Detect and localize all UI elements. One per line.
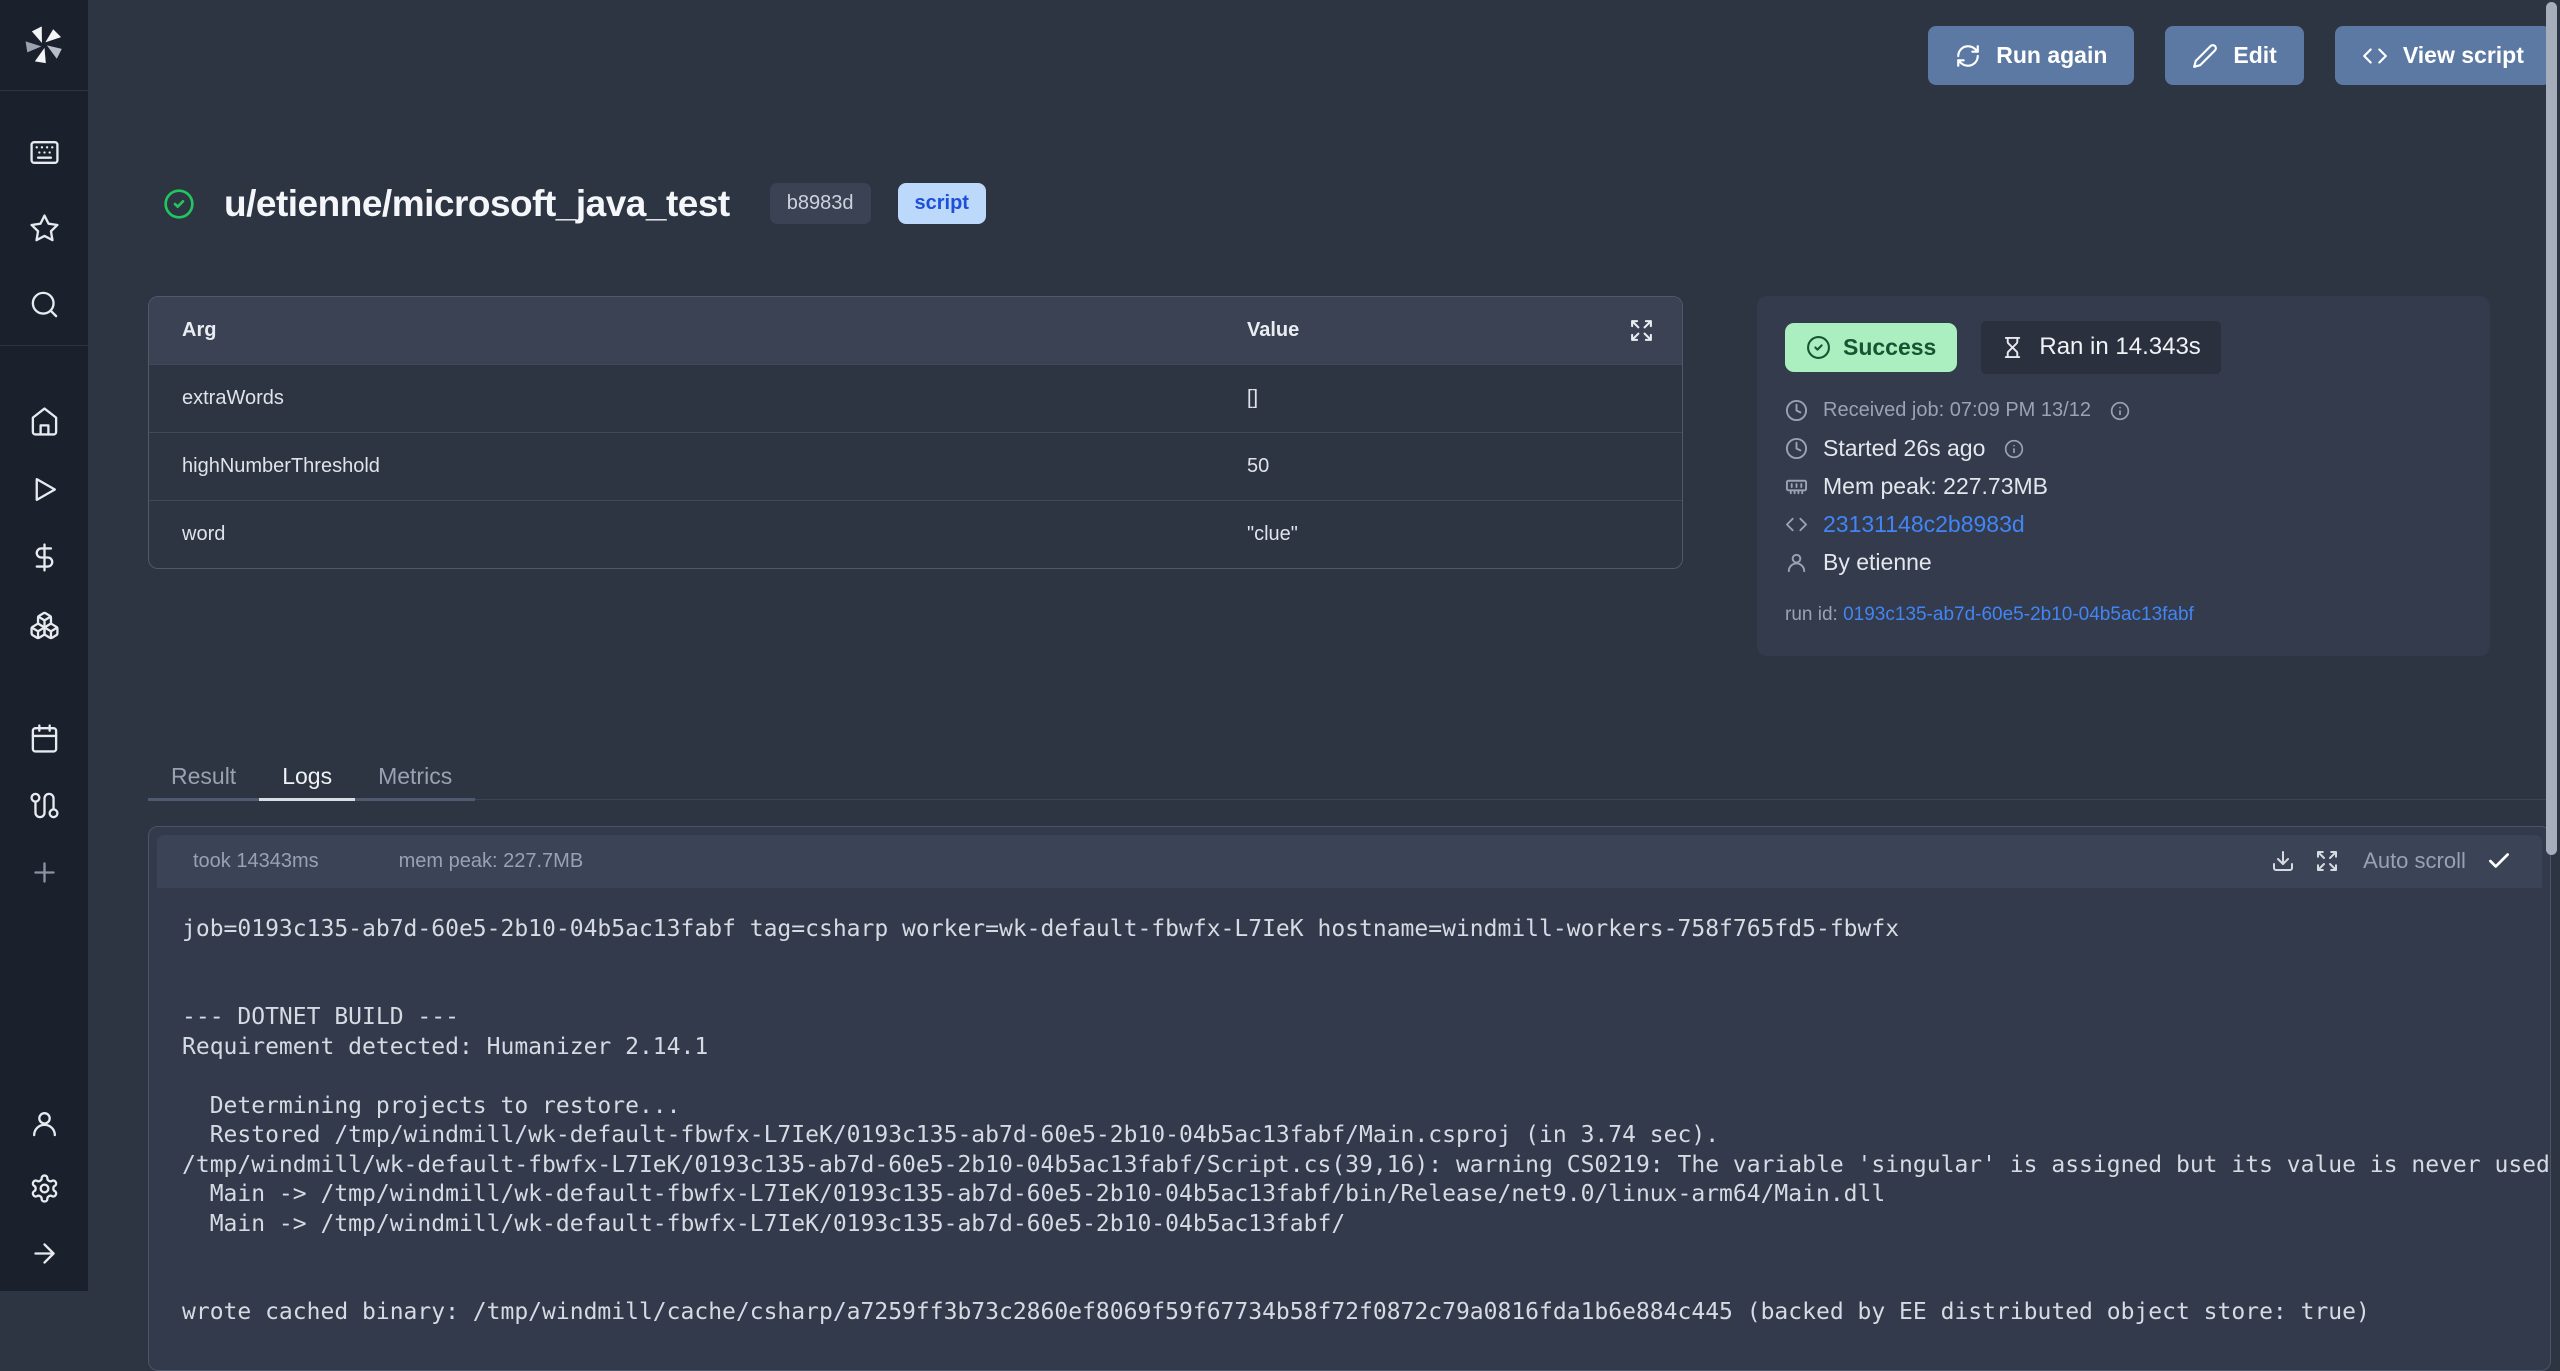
author-label: By etienne <box>1823 549 1932 576</box>
duration-label: Ran in 14.343s <box>2039 333 2200 361</box>
arg-value: "clue" <box>1247 523 1682 546</box>
run-again-label: Run again <box>1996 42 2107 69</box>
value-column-header: Value <box>1247 319 1629 342</box>
collapse-arrow-right-icon[interactable] <box>29 1238 60 1269</box>
variables-dollar-icon[interactable] <box>29 542 60 573</box>
script-hash-badge: b8983d <box>770 183 871 224</box>
script-kind-badge: script <box>898 183 986 224</box>
tab-logs[interactable]: Logs <box>259 756 355 801</box>
arg-value: [] <box>1247 387 1682 410</box>
log-panel-header: took 14343ms mem peak: 227.7MB Auto scro… <box>157 835 2542 888</box>
arg-name: extraWords <box>149 387 1247 410</box>
code-icon <box>2362 43 2388 69</box>
sidebar-divider <box>0 345 88 346</box>
arg-column-header: Arg <box>149 319 1247 342</box>
content-row: Arg Value extraWords [] highNumberThresh… <box>148 296 2551 656</box>
mem-peak-label: Mem peak: 227.73MB <box>1823 473 2048 500</box>
favorites-star-icon[interactable] <box>29 213 60 244</box>
log-panel: took 14343ms mem peak: 227.7MB Auto scro… <box>148 826 2551 1371</box>
run-id-link[interactable]: 0193c135-ab7d-60e5-2b10-04b5ac13fabf <box>1843 604 2194 625</box>
table-row: highNumberThreshold 50 <box>149 432 1682 500</box>
success-check-icon <box>163 188 195 220</box>
arg-value: 50 <box>1247 455 1682 478</box>
toolbar: Run again Edit View script <box>1928 26 2551 85</box>
status-badge: Success <box>1785 323 1957 372</box>
info-icon[interactable] <box>2004 439 2024 459</box>
script-hash-row: 23131148c2b8983d <box>1785 506 2462 544</box>
run-id-label: run id: <box>1785 604 1838 625</box>
windmill-logo-icon <box>23 24 65 66</box>
run-id-row: run id: 0193c135-ab7d-60e5-2b10-04b5ac13… <box>1785 604 2462 626</box>
script-hash-link[interactable]: 23131148c2b8983d <box>1823 511 2025 538</box>
windmill-logo[interactable] <box>0 0 88 91</box>
refresh-icon <box>1955 43 1981 69</box>
pencil-icon <box>2192 43 2218 69</box>
resources-boxes-icon[interactable] <box>29 610 60 641</box>
tab-result[interactable]: Result <box>148 756 259 801</box>
view-script-label: View script <box>2403 42 2524 69</box>
hourglass-icon <box>2001 336 2024 359</box>
page-header: u/etienne/microsoft_java_test b8983d scr… <box>148 158 2551 250</box>
run-info-list: Received job: 07:09 PM 13/12 Started 26s… <box>1785 392 2462 582</box>
sidebar <box>0 0 88 1291</box>
run-info-panel: Success Ran in 14.343s Received job: 07:… <box>1757 296 2490 656</box>
author-row: By etienne <box>1785 544 2462 582</box>
arg-name: word <box>149 523 1247 546</box>
code-icon <box>1785 513 1808 536</box>
info-icon[interactable] <box>2110 401 2130 421</box>
expand-log-icon[interactable] <box>2315 849 2339 873</box>
edit-button[interactable]: Edit <box>2165 26 2303 85</box>
account-user-icon[interactable] <box>29 1108 60 1139</box>
received-row: Received job: 07:09 PM 13/12 <box>1785 392 2462 430</box>
args-table: Arg Value extraWords [] highNumberThresh… <box>148 296 1683 569</box>
main-content: Run again Edit View script u/etienne/mic… <box>88 0 2560 1291</box>
expand-args-icon[interactable] <box>1629 318 1654 343</box>
routes-icon[interactable] <box>29 790 60 821</box>
home-icon[interactable] <box>29 406 60 437</box>
started-row: Started 26s ago <box>1785 430 2462 468</box>
apps-icon[interactable] <box>29 137 60 168</box>
memory-icon <box>1785 475 1808 498</box>
log-mem-peak-label: mem peak: 227.7MB <box>399 850 584 873</box>
check-circle-icon <box>1806 335 1831 360</box>
received-label: Received job: 07:09 PM 13/12 <box>1823 399 2091 422</box>
started-label: Started 26s ago <box>1823 435 1985 462</box>
page-scrollbar[interactable] <box>2546 2 2557 855</box>
table-row: extraWords [] <box>149 364 1682 432</box>
edit-label: Edit <box>2233 42 2276 69</box>
mem-peak-row: Mem peak: 227.73MB <box>1785 468 2462 506</box>
args-table-header: Arg Value <box>149 297 1682 364</box>
download-icon[interactable] <box>2271 849 2295 873</box>
auto-scroll-checkbox[interactable] <box>2486 848 2512 874</box>
schedules-calendar-icon[interactable] <box>29 723 60 754</box>
status-row: Success Ran in 14.343s <box>1785 321 2462 374</box>
runs-play-icon[interactable] <box>29 474 60 505</box>
tab-metrics[interactable]: Metrics <box>355 756 475 801</box>
user-icon <box>1785 551 1808 574</box>
clock-icon <box>1785 437 1808 460</box>
add-plus-icon[interactable] <box>29 857 60 888</box>
settings-gear-icon[interactable] <box>29 1173 60 1204</box>
duration-chip: Ran in 14.343s <box>1981 321 2220 374</box>
view-script-button[interactable]: View script <box>2335 26 2551 85</box>
result-tabs: Result Logs Metrics <box>148 756 2551 800</box>
log-took-label: took 14343ms <box>193 850 319 873</box>
search-icon[interactable] <box>29 289 60 320</box>
clock-icon <box>1785 399 1808 422</box>
log-output[interactable]: job=0193c135-ab7d-60e5-2b10-04b5ac13fabf… <box>149 888 2550 1328</box>
page-title: u/etienne/microsoft_java_test <box>224 183 730 225</box>
auto-scroll-label: Auto scroll <box>2363 848 2466 874</box>
status-label: Success <box>1843 334 1936 361</box>
log-actions: Auto scroll <box>2271 848 2512 874</box>
arg-name: highNumberThreshold <box>149 455 1247 478</box>
run-again-button[interactable]: Run again <box>1928 26 2134 85</box>
table-row: word "clue" <box>149 500 1682 568</box>
